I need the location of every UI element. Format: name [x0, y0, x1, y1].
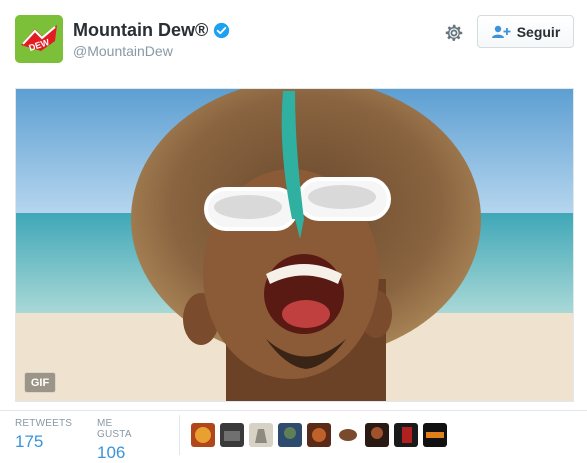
likes-stat[interactable]: ME GUSTA 106 [97, 418, 132, 463]
retweets-stat[interactable]: RETWEETS 175 [15, 418, 72, 452]
mountain-dew-logo-icon: DEW [15, 15, 63, 63]
liker-avatar[interactable] [423, 423, 447, 447]
likes-count: 106 [97, 443, 126, 462]
liker-avatar[interactable] [191, 423, 215, 447]
retweets-label: RETWEETS [15, 418, 73, 429]
user-handle[interactable]: @MountainDew [73, 43, 173, 59]
verified-badge-icon [214, 22, 230, 39]
add-user-icon [491, 25, 511, 38]
retweets-count: 175 [15, 432, 44, 451]
follow-button-label: Seguir [516, 23, 561, 40]
gif-frame-image [16, 89, 573, 401]
divider [0, 410, 587, 411]
avatar[interactable]: DEW [15, 15, 63, 63]
liker-avatar[interactable] [365, 423, 389, 447]
stats-divider [179, 415, 180, 455]
liker-avatar[interactable] [307, 423, 331, 447]
tweet-header: DEW Mountain Dew® @MountainDew Seguir [0, 0, 587, 80]
gif-media[interactable]: GIF [15, 88, 574, 402]
liker-avatar[interactable] [394, 423, 418, 447]
liker-avatar[interactable] [278, 423, 302, 447]
gear-icon[interactable] [443, 22, 465, 44]
liker-avatar[interactable] [220, 423, 244, 447]
likes-label: ME GUSTA [97, 418, 132, 440]
display-name[interactable]: Mountain Dew® [73, 20, 208, 41]
gif-badge: GIF [24, 372, 56, 393]
liker-avatar[interactable] [249, 423, 273, 447]
follow-button[interactable]: Seguir [477, 15, 574, 48]
liker-avatar[interactable] [336, 423, 360, 447]
